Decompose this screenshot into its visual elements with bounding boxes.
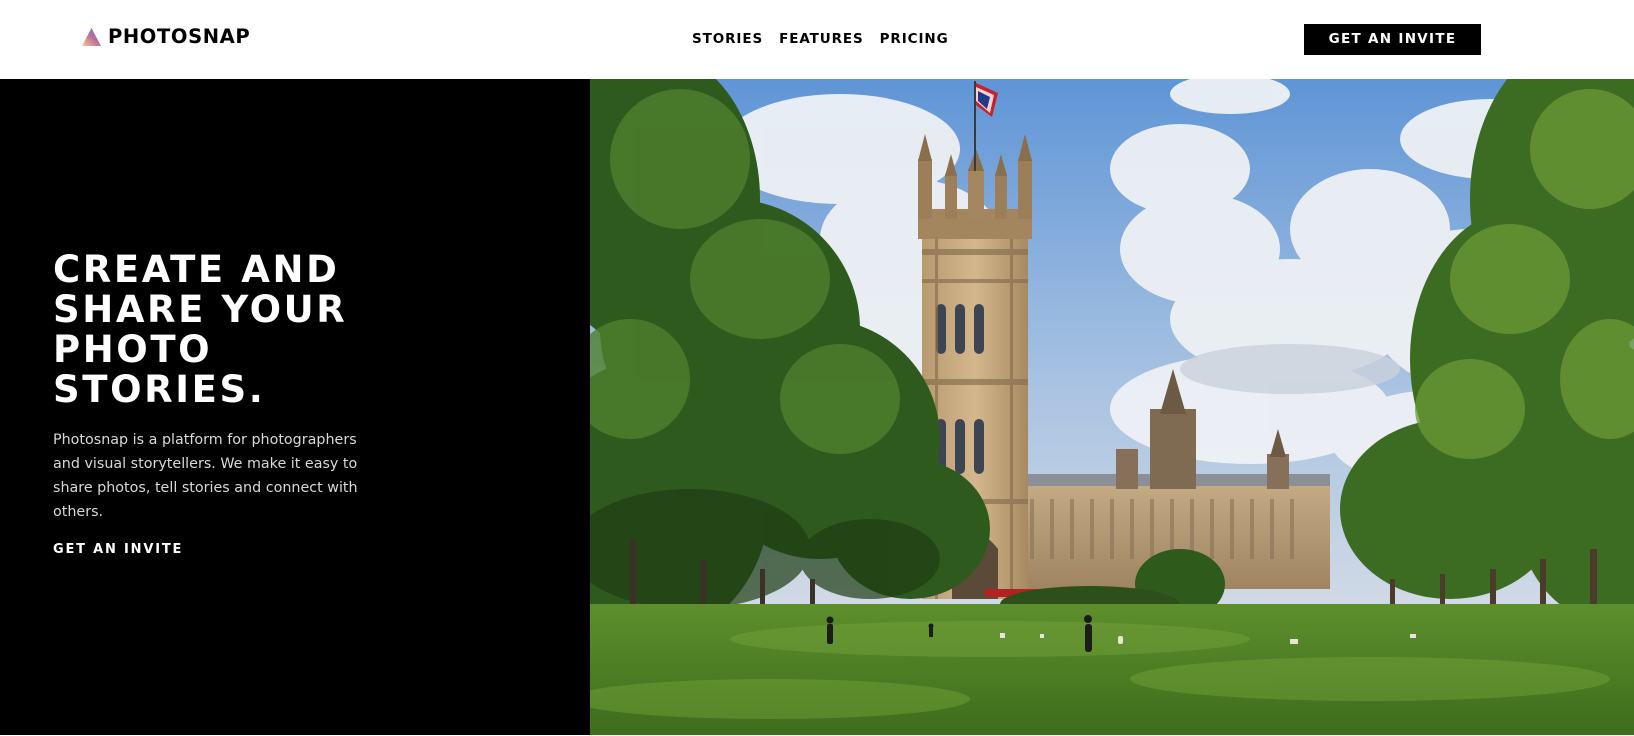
- hero-get-invite-link[interactable]: GET AN INVITE: [53, 541, 183, 559]
- nav-link-stories[interactable]: STORIES: [692, 29, 763, 49]
- brand-name: PHOTOSNAP: [108, 25, 251, 48]
- westminster-photo-image: [590, 79, 1634, 735]
- site-header: PHOTOSNAP STORIES FEATURES PRICING GET A…: [0, 0, 1634, 79]
- hero-photo: [590, 79, 1634, 735]
- main-nav: STORIES FEATURES PRICING: [692, 29, 949, 49]
- brand-logo[interactable]: PHOTOSNAP: [82, 25, 250, 49]
- nav-link-pricing[interactable]: PRICING: [880, 29, 949, 49]
- get-invite-button[interactable]: GET AN INVITE: [1304, 24, 1481, 55]
- nav-link-features[interactable]: FEATURES: [779, 29, 864, 49]
- hero-text-panel: CREATE AND SHARE YOUR PHOTO STORIES. Pho…: [0, 79, 590, 735]
- hero-title: CREATE AND SHARE YOUR PHOTO STORIES.: [53, 248, 348, 411]
- hero-description: Photosnap is a platform for photographer…: [53, 432, 358, 520]
- hero-section: CREATE AND SHARE YOUR PHOTO STORIES. Pho…: [0, 79, 1634, 735]
- triangle-gradient-logo-icon: [82, 28, 101, 46]
